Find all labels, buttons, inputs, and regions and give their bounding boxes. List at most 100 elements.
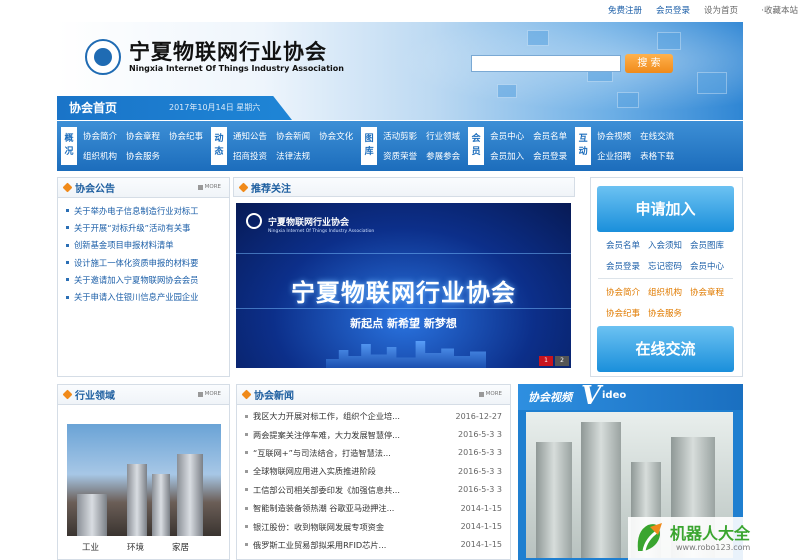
banner-slogan: 新起点 新希望 新梦想 xyxy=(350,317,457,330)
news-row[interactable]: 全球物联网应用进入实质推进阶段 2016-5-3 3 xyxy=(245,462,502,480)
nav-link[interactable]: 参展参会 xyxy=(426,150,460,162)
rss-icon xyxy=(238,182,249,192)
set-homepage-link[interactable]: 设为首页 xyxy=(704,4,738,16)
building-shape xyxy=(536,442,572,558)
sidebar-link[interactable]: 忘记密码 xyxy=(648,260,688,272)
nav-link[interactable]: 招商投资 xyxy=(233,150,267,162)
news-row[interactable]: 智能制造装备领热潮 谷歌亚马逊押注... 2014-1-15 xyxy=(245,499,502,517)
sidebar-link[interactable]: 会员中心 xyxy=(690,260,730,272)
skyline-graphic xyxy=(326,341,486,368)
watermark-url: www.robo123.com xyxy=(676,543,751,552)
search-input[interactable] xyxy=(471,55,621,72)
nav-link[interactable]: 通知公告 xyxy=(233,130,267,142)
industry-label[interactable]: 环境 xyxy=(127,541,144,553)
bookmark-link[interactable]: ·收藏本站 xyxy=(761,4,798,16)
banner-top-title: 宁夏物联网行业协会 xyxy=(268,218,350,228)
nav-link[interactable]: 协会纪事 xyxy=(169,130,203,142)
nav-link[interactable]: 会员名单 xyxy=(533,130,567,142)
nav-link[interactable]: 行业领域 xyxy=(426,130,460,142)
industry-labels: 工业 环境 家居 xyxy=(82,541,189,553)
nav-head-news[interactable]: 动态 xyxy=(211,127,228,165)
pager-button[interactable]: 2 xyxy=(555,356,569,366)
nav-link[interactable]: 协会服务 xyxy=(126,150,160,162)
banner-pager: 1 2 xyxy=(539,356,569,366)
video-english: ideo xyxy=(602,390,627,401)
join-button[interactable]: 申请加入 xyxy=(597,186,734,232)
site-title: 宁夏物联网行业协会 xyxy=(129,39,327,64)
promo-banner[interactable]: 宁夏物联网行业协会 Ningxia Internet Of Things Ind… xyxy=(236,203,571,368)
sidebar-link[interactable]: 协会章程 xyxy=(690,286,730,298)
banner-line xyxy=(236,308,571,309)
news-row[interactable]: 两会提案关注停车难，大力发展智慧停... 2016-5-3 3 xyxy=(245,425,502,443)
nav-link[interactable]: 在线交流 xyxy=(640,130,674,142)
nav-link[interactable]: 活动剪影 xyxy=(383,130,417,142)
banner-line xyxy=(236,253,571,254)
industry-title: 行业领域 xyxy=(75,391,115,402)
header-tile xyxy=(617,92,639,108)
news-row[interactable]: 俄罗斯工业贸易部拟采用RFID芯片... 2014-1-15 xyxy=(245,536,502,554)
robo123-watermark: 机器人大全 www.robo123.com xyxy=(628,517,800,560)
banner-logo-icon xyxy=(246,213,262,229)
sidebar-link[interactable]: 会员登录 xyxy=(606,260,646,272)
news-row[interactable]: 我区大力开展对标工作，组织个企业培... 2016-12-27 xyxy=(245,407,502,425)
nav-link[interactable]: 组织机构 xyxy=(83,150,117,162)
nav-link[interactable]: 协会新闻 xyxy=(276,130,310,142)
pager-button[interactable]: 1 xyxy=(539,356,553,366)
home-label[interactable]: 协会首页 xyxy=(69,99,117,116)
online-chat-button[interactable]: 在线交流 xyxy=(597,326,734,372)
sidebar-link[interactable]: 会员图库 xyxy=(690,239,730,251)
nav-link[interactable]: 协会简介 xyxy=(83,130,117,142)
sidebar-link[interactable]: 会员名单 xyxy=(606,239,646,251)
notice-item[interactable]: 关于开展“对标升级”活动有关事 xyxy=(66,219,221,236)
nav-link[interactable]: 会员登录 xyxy=(533,150,567,162)
association-links: 协会简介 组织机构 协会章程 协会纪事 协会服务 xyxy=(606,286,730,319)
notice-header: 协会公告 MORE xyxy=(58,178,229,198)
nav-head-members[interactable]: 会员 xyxy=(468,127,485,165)
sidebar-link[interactable]: 组织机构 xyxy=(648,286,688,298)
nav-head-gallery[interactable]: 图库 xyxy=(361,127,378,165)
header-tile xyxy=(497,84,517,98)
notice-item[interactable]: 关于邀请加入宁夏物联网协会会员 xyxy=(66,271,221,288)
news-row[interactable]: 银江股份：收到物联网发展专项资金 2014-1-15 xyxy=(245,517,502,535)
notice-item[interactable]: 创新基金项目申报材料清单 xyxy=(66,237,221,254)
more-button[interactable]: MORE xyxy=(479,391,502,397)
notice-item[interactable]: 设计施工一体化资质申报的材料要 xyxy=(66,254,221,271)
header-tile xyxy=(697,72,727,94)
notice-title: 协会公告 xyxy=(75,184,115,195)
sidebar-link[interactable]: 入会须知 xyxy=(648,239,688,251)
search-button[interactable]: 搜 索 xyxy=(625,54,673,73)
nav-group-news: 动态 通知公告 协会新闻 协会文化 招商投资 法律法规 xyxy=(211,127,353,165)
member-login-link[interactable]: 会员登录 xyxy=(656,4,690,16)
news-header: 协会新闻 MORE xyxy=(237,385,510,405)
main-nav: 概况 协会简介 协会章程 协会纪事 组织机构 协会服务 动态 通知公告 协会新闻… xyxy=(57,121,743,171)
nav-link[interactable]: 表格下载 xyxy=(640,150,674,162)
notice-item[interactable]: 关于举办电子信息制造行业对标工 xyxy=(66,202,221,219)
nav-link[interactable]: 协会视频 xyxy=(597,130,631,142)
notice-item[interactable]: 关于申请入住银川信息产业园企业 xyxy=(66,288,221,305)
sidebar-link[interactable]: 协会服务 xyxy=(648,307,688,319)
industry-label[interactable]: 家居 xyxy=(172,541,189,553)
sidebar-link[interactable]: 协会纪事 xyxy=(606,307,646,319)
nav-head-overview[interactable]: 概况 xyxy=(61,127,77,165)
nav-link[interactable]: 协会文化 xyxy=(319,130,353,142)
industry-label[interactable]: 工业 xyxy=(82,541,99,553)
more-button[interactable]: MORE xyxy=(198,391,221,397)
member-links: 会员名单 入会须知 会员图库 会员登录 忘记密码 会员中心 xyxy=(606,239,730,272)
news-row[interactable]: 工信部公司相关部委印发《加强信息共... 2016-5-3 3 xyxy=(245,481,502,499)
nav-link[interactable]: 会员加入 xyxy=(490,150,524,162)
nav-link[interactable]: 协会章程 xyxy=(126,130,160,142)
nav-group-interact: 互动 协会视频 在线交流 企业招聘 表格下载 xyxy=(575,127,674,165)
nav-link[interactable]: 法律法规 xyxy=(276,150,310,162)
industry-header: 行业领域 MORE xyxy=(58,385,229,405)
nav-link[interactable]: 资质荣誉 xyxy=(383,150,417,162)
robo123-logo-icon xyxy=(637,523,662,552)
nav-link[interactable]: 会员中心 xyxy=(490,130,524,142)
rss-icon xyxy=(62,389,73,400)
nav-link[interactable]: 企业招聘 xyxy=(597,150,631,162)
register-link[interactable]: 免费注册 xyxy=(608,4,642,16)
news-row[interactable]: “互联网+”与司法结合，打造智慧法... 2016-5-3 3 xyxy=(245,444,502,462)
industry-image[interactable] xyxy=(67,424,221,536)
sidebar-link[interactable]: 协会简介 xyxy=(606,286,646,298)
nav-head-interact[interactable]: 互动 xyxy=(575,127,592,165)
more-button[interactable]: MORE xyxy=(198,184,221,190)
